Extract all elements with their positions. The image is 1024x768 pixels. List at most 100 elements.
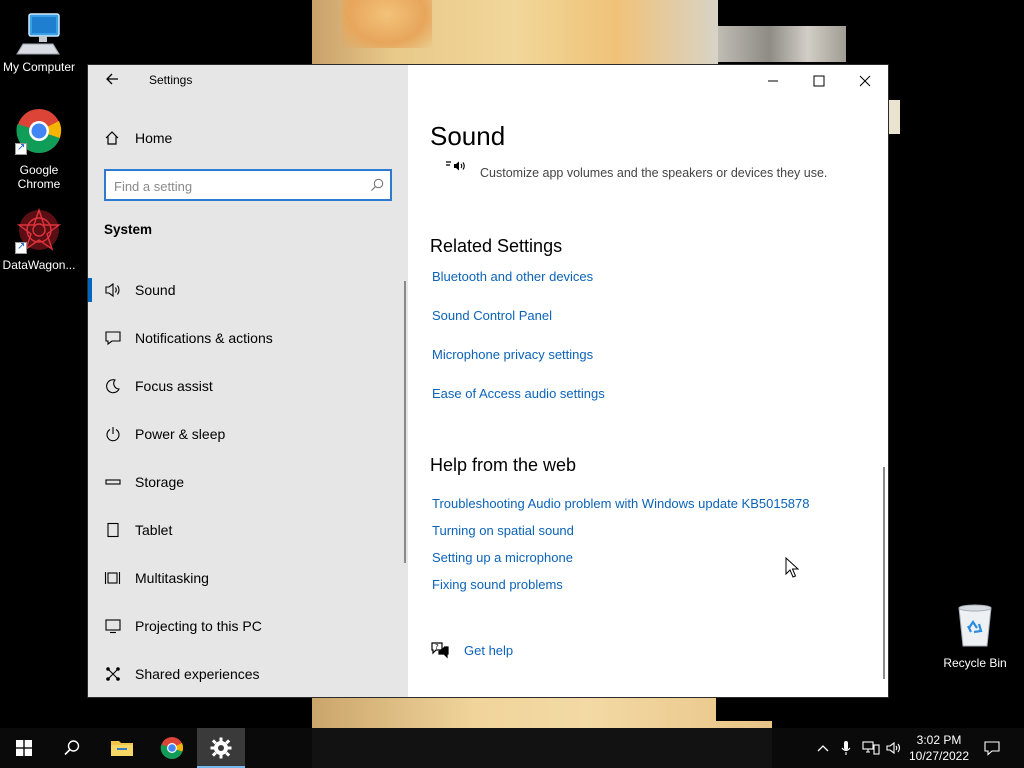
chrome-icon bbox=[15, 107, 63, 155]
main-content: Sound Customize app volumes and the spea… bbox=[408, 65, 888, 697]
settings-icon bbox=[210, 737, 232, 759]
sidebar-item-shared-experiences[interactable]: Shared experiences bbox=[88, 650, 408, 698]
sidebar-item-multitasking[interactable]: Multitasking bbox=[88, 554, 408, 602]
chrome-icon bbox=[160, 737, 184, 759]
shared-experiences-icon bbox=[103, 666, 123, 682]
taskbar-wallpaper-gap bbox=[312, 728, 772, 768]
link-sound-control-panel[interactable]: Sound Control Panel bbox=[432, 308, 552, 323]
link-bluetooth-devices[interactable]: Bluetooth and other devices bbox=[432, 269, 593, 284]
sidebar-item-storage[interactable]: Storage bbox=[88, 458, 408, 506]
link-setting-up-microphone[interactable]: Setting up a microphone bbox=[432, 550, 573, 565]
shortcut-arrow-icon bbox=[15, 141, 27, 155]
speaker-icon bbox=[103, 282, 123, 298]
storage-icon bbox=[103, 477, 123, 487]
start-icon bbox=[16, 740, 32, 756]
action-center-button[interactable] bbox=[978, 728, 1006, 768]
tray-network[interactable] bbox=[859, 728, 883, 768]
projecting-icon bbox=[103, 618, 123, 634]
network-icon bbox=[862, 741, 880, 755]
sidebar-item-power-sleep[interactable]: Power & sleep bbox=[88, 410, 408, 458]
wallpaper-fragment-bottom bbox=[312, 697, 772, 728]
desktop-icon-label: Recycle Bin bbox=[943, 656, 1007, 670]
sidebar-item-label: Notifications & actions bbox=[135, 330, 273, 346]
tray-microphone[interactable] bbox=[837, 728, 855, 768]
sidebar-item-tablet[interactable]: Tablet bbox=[88, 506, 408, 554]
link-troubleshooting-audio[interactable]: Troubleshooting Audio problem with Windo… bbox=[432, 496, 809, 511]
mouse-cursor-icon bbox=[785, 557, 799, 578]
sidebar-item-label: Focus assist bbox=[135, 378, 213, 394]
get-help-label: Get help bbox=[464, 642, 514, 658]
sidebar-item-focus-assist[interactable]: Focus assist bbox=[88, 362, 408, 410]
desktop-icon-label: Google Chrome bbox=[17, 163, 61, 191]
related-settings-heading: Related Settings bbox=[430, 236, 563, 256]
taskbar-clock[interactable]: 3:02 PM 10/27/2022 bbox=[904, 732, 974, 764]
sidebar-item-label: Storage bbox=[135, 474, 185, 490]
back-arrow-icon bbox=[106, 73, 118, 85]
desktop-icon-label: DataWagon... bbox=[2, 258, 76, 272]
search-icon bbox=[64, 740, 80, 756]
sidebar-scrollbar[interactable] bbox=[404, 281, 406, 563]
sidebar-item-sound[interactable]: Sound bbox=[88, 266, 408, 314]
close-button[interactable] bbox=[842, 65, 888, 97]
desktop-icon-datawagon[interactable]: DataWagon... bbox=[0, 206, 78, 272]
sidebar-item-label: Shared experiences bbox=[135, 666, 260, 682]
desktop-icon-recycle-bin[interactable]: Recycle Bin bbox=[936, 602, 1014, 670]
app-volume-icon bbox=[446, 161, 465, 171]
notifications-icon bbox=[103, 330, 123, 346]
home-link[interactable]: Home bbox=[102, 127, 172, 149]
link-spatial-sound[interactable]: Turning on spatial sound bbox=[432, 523, 574, 538]
microphone-icon bbox=[841, 741, 851, 755]
desktop-icon-my-computer[interactable]: My Computer bbox=[0, 10, 78, 74]
desktop-icon-google-chrome[interactable]: Google Chrome bbox=[0, 107, 78, 191]
taskbar-chrome[interactable] bbox=[148, 728, 196, 768]
taskbar-settings[interactable] bbox=[197, 728, 245, 768]
settings-window: Settings Home System Sound bbox=[88, 65, 888, 697]
app-volume-row[interactable]: Customize app volumes and the speakers o… bbox=[444, 159, 827, 180]
action-center-icon bbox=[984, 741, 1000, 756]
sidebar-item-label: Multitasking bbox=[135, 570, 209, 586]
minimize-button[interactable] bbox=[750, 65, 796, 97]
wallpaper-fragment-strip bbox=[718, 26, 846, 62]
sidebar-item-projecting[interactable]: Projecting to this PC bbox=[88, 602, 408, 650]
close-icon bbox=[859, 75, 871, 87]
home-label: Home bbox=[135, 130, 173, 146]
get-help-link[interactable]: ? Get help bbox=[430, 641, 513, 659]
search-icon bbox=[370, 177, 384, 196]
group-heading: System bbox=[104, 222, 153, 237]
maximize-icon bbox=[813, 75, 825, 87]
link-fixing-sound-problems[interactable]: Fixing sound problems bbox=[432, 577, 563, 592]
link-ease-of-access-audio[interactable]: Ease of Access audio settings bbox=[432, 386, 605, 401]
clock-date: 10/27/2022 bbox=[908, 749, 970, 763]
taskbar-file-explorer[interactable] bbox=[98, 728, 146, 768]
sidebar-item-notifications[interactable]: Notifications & actions bbox=[88, 314, 408, 362]
shortcut-arrow-icon bbox=[15, 240, 27, 254]
minimize-icon bbox=[768, 80, 778, 82]
file-explorer-icon bbox=[111, 741, 133, 756]
app-volume-description: Customize app volumes and the speakers o… bbox=[480, 166, 828, 180]
moon-icon bbox=[103, 378, 123, 394]
wallpaper-fragment-side bbox=[888, 100, 900, 134]
start-button[interactable] bbox=[0, 728, 48, 768]
sidebar-item-label: Sound bbox=[135, 282, 176, 298]
power-icon bbox=[103, 426, 123, 442]
recycle-bin-icon bbox=[951, 602, 999, 650]
sidebar-item-label: Projecting to this PC bbox=[135, 618, 262, 634]
help-from-web-heading: Help from the web bbox=[430, 455, 577, 475]
tray-overflow-button[interactable] bbox=[812, 728, 834, 768]
maximize-button[interactable] bbox=[796, 65, 842, 97]
sidebar-item-label: Tablet bbox=[135, 522, 173, 538]
home-icon bbox=[102, 130, 122, 146]
search-input[interactable] bbox=[114, 177, 358, 195]
datawagon-icon bbox=[15, 206, 63, 254]
get-help-icon: ? bbox=[431, 642, 449, 659]
taskbar-search-button[interactable] bbox=[48, 728, 96, 768]
content-scrollbar[interactable] bbox=[883, 467, 885, 679]
search-box[interactable] bbox=[104, 169, 392, 201]
volume-icon bbox=[886, 741, 901, 755]
sidebar-item-label: Power & sleep bbox=[135, 426, 226, 442]
svg-text:?: ? bbox=[435, 643, 439, 651]
sidebar-nav: Sound Notifications & actions Focus assi… bbox=[88, 266, 408, 698]
tray-volume[interactable] bbox=[884, 728, 904, 768]
back-button[interactable] bbox=[102, 71, 122, 91]
link-microphone-privacy[interactable]: Microphone privacy settings bbox=[432, 347, 593, 362]
